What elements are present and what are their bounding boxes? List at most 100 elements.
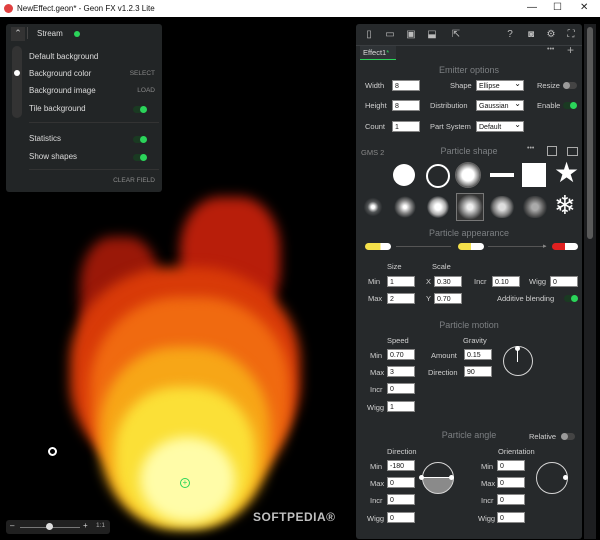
- scale-x-label: X: [426, 277, 432, 286]
- shape-folder-icon[interactable]: [567, 147, 578, 156]
- color-stop-1[interactable]: [365, 243, 391, 250]
- relative-toggle[interactable]: [561, 433, 575, 440]
- gravity-amount-input[interactable]: 0.15: [464, 349, 492, 360]
- add-tab-button[interactable]: +: [567, 43, 574, 57]
- speed-incr-input[interactable]: 0: [387, 383, 415, 394]
- shape-glow[interactable]: [427, 196, 449, 218]
- background-image-option[interactable]: Background image: [29, 86, 96, 95]
- crosshair-icon[interactable]: +: [180, 478, 190, 488]
- new-file-icon[interactable]: ▯: [362, 28, 376, 42]
- color-stop-3[interactable]: [552, 243, 578, 250]
- maximize-button[interactable]: ☐: [553, 2, 562, 13]
- load-image-button[interactable]: LOAD: [137, 87, 155, 94]
- distribution-select[interactable]: Gaussian: [476, 98, 524, 111]
- zoom-in-button[interactable]: +: [83, 521, 88, 530]
- speed-incr-label: Incr: [370, 385, 383, 394]
- dir-wigg-input[interactable]: 0: [387, 512, 415, 523]
- minimize-button[interactable]: —: [527, 2, 537, 13]
- speed-wigg-input[interactable]: 1: [387, 401, 415, 412]
- shape-square[interactable]: [522, 163, 546, 187]
- camera-icon[interactable]: ◙: [524, 28, 538, 42]
- dir-min-input[interactable]: -180: [387, 460, 415, 471]
- enable-toggle[interactable]: [563, 102, 577, 109]
- help-icon[interactable]: ?: [503, 28, 517, 42]
- shape-cloud[interactable]: [490, 196, 514, 218]
- speed-wigg-label: Wigg: [367, 403, 385, 412]
- gradient-track: [396, 246, 451, 247]
- tab-effect1[interactable]: Effect1*: [360, 46, 396, 60]
- zoom-slider-handle[interactable]: [46, 523, 53, 530]
- clear-field-button[interactable]: CLEAR FIELD: [113, 177, 155, 184]
- default-background-option[interactable]: Default background: [29, 52, 98, 61]
- dir-incr-input[interactable]: 0: [387, 494, 415, 505]
- size-max-input[interactable]: 2: [387, 293, 415, 304]
- select-color-button[interactable]: SELECT: [130, 70, 155, 77]
- snowflake-icon[interactable]: ❄: [554, 190, 576, 220]
- direction-dial-min-handle[interactable]: [419, 475, 424, 480]
- overlay-scrollbar[interactable]: [12, 46, 22, 118]
- gravity-dial-handle[interactable]: [515, 346, 520, 351]
- color-stop-2[interactable]: [458, 243, 484, 250]
- direction-dial-max-handle[interactable]: [449, 475, 454, 480]
- shape-sphere-selected[interactable]: [455, 162, 481, 188]
- height-input[interactable]: 8: [392, 100, 420, 111]
- size-min-input[interactable]: 1: [387, 276, 415, 287]
- scale-x-input[interactable]: 0.30: [434, 276, 462, 287]
- wigg-input[interactable]: 0: [550, 276, 578, 287]
- shape-flare[interactable]: [362, 196, 384, 218]
- shape-star-icon[interactable]: ★: [554, 157, 579, 189]
- overlay-scroll-thumb[interactable]: [14, 70, 20, 76]
- background-color-option[interactable]: Background color: [29, 69, 91, 78]
- additive-blending-toggle[interactable]: [564, 295, 578, 302]
- statistics-toggle[interactable]: [133, 136, 147, 143]
- shape-line[interactable]: [490, 173, 514, 177]
- scale-y-input[interactable]: 0.70: [434, 293, 462, 304]
- dir-max-input[interactable]: 0: [387, 477, 415, 488]
- gravity-direction-input[interactable]: 90: [464, 366, 492, 377]
- size-max-label: Max: [368, 294, 383, 303]
- shape-smoke-selected[interactable]: [456, 193, 484, 221]
- shape-image-icon[interactable]: [547, 146, 557, 156]
- window-title: NewEffect.geon* - Geon FX v1.2.3 Lite: [17, 4, 155, 13]
- export-icon[interactable]: ⬓: [425, 28, 439, 42]
- gear-icon[interactable]: ⚙: [544, 28, 558, 42]
- ori-incr-input[interactable]: 0: [497, 494, 525, 505]
- stream-indicator[interactable]: [74, 31, 80, 37]
- shape-disk[interactable]: [393, 164, 415, 186]
- panel-scroll-thumb[interactable]: [587, 27, 593, 239]
- emitter-handle[interactable]: [48, 447, 57, 456]
- open-folder-icon[interactable]: ▭: [383, 28, 397, 42]
- panel-scrollbar[interactable]: [584, 24, 596, 539]
- shape-soft-glow[interactable]: [394, 196, 416, 218]
- ori-max-input[interactable]: 0: [497, 477, 525, 488]
- save-icon[interactable]: ▣: [404, 28, 418, 42]
- orientation-dial-handle[interactable]: [563, 475, 568, 480]
- tabs-more-button[interactable]: •••: [547, 46, 554, 53]
- part-system-select[interactable]: Default: [476, 119, 524, 132]
- show-shapes-toggle[interactable]: [133, 154, 147, 161]
- shape-dark-cloud[interactable]: [523, 196, 547, 218]
- width-input[interactable]: 8: [392, 80, 420, 91]
- count-input[interactable]: 1: [392, 121, 420, 132]
- tile-background-toggle[interactable]: [133, 106, 147, 113]
- viewport-settings-panel: ⌃ Stream Default background Background c…: [6, 24, 162, 192]
- fullscreen-icon[interactable]: ⛶: [564, 28, 578, 42]
- close-button[interactable]: ✕: [580, 2, 588, 13]
- width-label: Width: [365, 81, 385, 90]
- speed-max-input[interactable]: 3: [387, 366, 415, 377]
- divider: [29, 169, 159, 170]
- ori-wigg-input[interactable]: 0: [497, 512, 525, 523]
- shape-ring[interactable]: [426, 164, 450, 188]
- speed-min-input[interactable]: 0.70: [387, 349, 415, 360]
- external-link-icon[interactable]: ⇱: [449, 28, 463, 42]
- emitter-options-title: Emitter options: [438, 65, 500, 75]
- count-label: Count: [365, 122, 386, 131]
- shape-select[interactable]: Ellipse: [476, 78, 524, 91]
- resize-toggle[interactable]: [563, 82, 577, 89]
- shape-more-button[interactable]: •••: [527, 145, 534, 152]
- speed-min-label: Min: [370, 351, 383, 360]
- incr-input[interactable]: 0.10: [492, 276, 520, 287]
- ori-min-input[interactable]: 0: [497, 460, 525, 471]
- zoom-out-button[interactable]: –: [10, 521, 14, 530]
- chevron-up-icon[interactable]: ⌃: [11, 27, 25, 41]
